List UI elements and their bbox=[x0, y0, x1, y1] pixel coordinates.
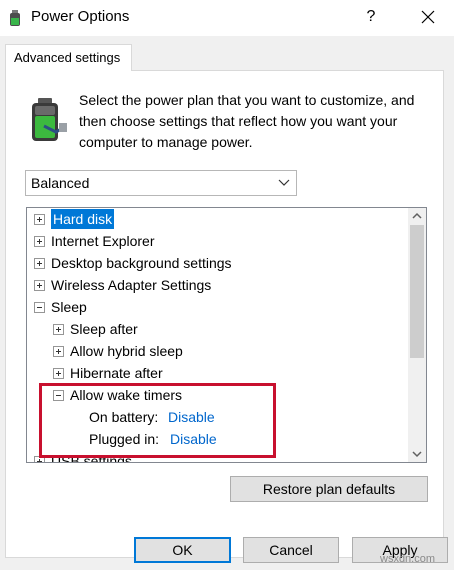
expand-icon[interactable] bbox=[34, 258, 45, 269]
tree-row[interactable]: USB settings bbox=[27, 451, 407, 463]
tree-row-label: Allow wake timers bbox=[70, 387, 183, 403]
tree-row-label: USB settings bbox=[51, 453, 132, 463]
power-plan-value: Balanced bbox=[31, 175, 90, 191]
tree-row-value-link[interactable]: Disable bbox=[168, 407, 215, 427]
restore-plan-defaults-button[interactable]: Restore plan defaults bbox=[230, 476, 428, 502]
expand-icon[interactable] bbox=[53, 324, 64, 335]
window-title: Power Options bbox=[31, 8, 130, 25]
expand-icon[interactable] bbox=[34, 456, 45, 462]
tree-row[interactable]: Hibernate after bbox=[27, 363, 407, 385]
help-button[interactable]: ? bbox=[356, 2, 386, 32]
tab-label: Advanced settings bbox=[14, 50, 121, 65]
tree-row-value-link[interactable]: Disable bbox=[170, 429, 217, 449]
tree-row-label: Wireless Adapter Settings bbox=[51, 277, 212, 293]
scroll-up-icon[interactable] bbox=[408, 208, 426, 225]
tree-row-label: Internet Explorer bbox=[51, 233, 155, 249]
tree-row-label: Plugged in: bbox=[89, 431, 160, 447]
collapse-icon[interactable] bbox=[53, 390, 64, 401]
title-bar: Power Options ? bbox=[0, 0, 454, 36]
tree-row-label: Hard disk bbox=[51, 209, 115, 229]
tree-row-label: Allow hybrid sleep bbox=[70, 343, 183, 359]
expand-icon[interactable] bbox=[34, 214, 45, 225]
expand-icon[interactable] bbox=[53, 346, 64, 357]
tree-row-label: Sleep bbox=[51, 299, 87, 315]
tree-row[interactable]: Sleep after bbox=[27, 319, 407, 341]
settings-tree[interactable]: Hard disk Internet Explorer Desktop backgr… bbox=[26, 207, 427, 463]
cancel-button[interactable]: Cancel bbox=[243, 537, 339, 563]
power-options-icon bbox=[10, 10, 20, 26]
expand-icon[interactable] bbox=[34, 236, 45, 247]
tree-row[interactable]: On battery: Disable bbox=[27, 407, 407, 429]
tree-row[interactable]: Allow wake timers bbox=[27, 385, 407, 407]
scroll-down-icon[interactable] bbox=[408, 445, 426, 462]
battery-icon bbox=[32, 98, 67, 141]
scroll-thumb[interactable] bbox=[410, 225, 424, 358]
tree-row[interactable]: Desktop background settings bbox=[27, 253, 407, 275]
expand-icon[interactable] bbox=[34, 280, 45, 291]
watermark: wsxdn.com bbox=[380, 553, 436, 565]
tree-row-label: On battery: bbox=[89, 409, 159, 425]
tree-row[interactable]: Internet Explorer bbox=[27, 231, 407, 253]
tree-row[interactable]: Sleep bbox=[27, 297, 407, 319]
ok-button[interactable]: OK bbox=[134, 537, 231, 563]
tree-row-label: Desktop background settings bbox=[51, 255, 232, 271]
chevron-down-icon bbox=[278, 179, 290, 186]
tree-row[interactable]: Wireless Adapter Settings bbox=[27, 275, 407, 297]
description-text: Select the power plan that you want to c… bbox=[79, 92, 415, 150]
vertical-scrollbar[interactable] bbox=[408, 208, 426, 462]
collapse-icon[interactable] bbox=[34, 302, 45, 313]
tree-row-label: Sleep after bbox=[70, 321, 138, 337]
power-plan-select[interactable]: Balanced bbox=[25, 170, 297, 196]
tree-row[interactable]: Plugged in: Disable bbox=[27, 429, 407, 451]
tree-row[interactable]: Allow hybrid sleep bbox=[27, 341, 407, 363]
tree-row[interactable]: Hard disk bbox=[27, 209, 407, 231]
close-icon[interactable] bbox=[410, 2, 446, 32]
tab-advanced-settings[interactable]: Advanced settings bbox=[5, 44, 132, 71]
expand-icon[interactable] bbox=[53, 368, 64, 379]
tree-row-label: Hibernate after bbox=[70, 365, 163, 381]
